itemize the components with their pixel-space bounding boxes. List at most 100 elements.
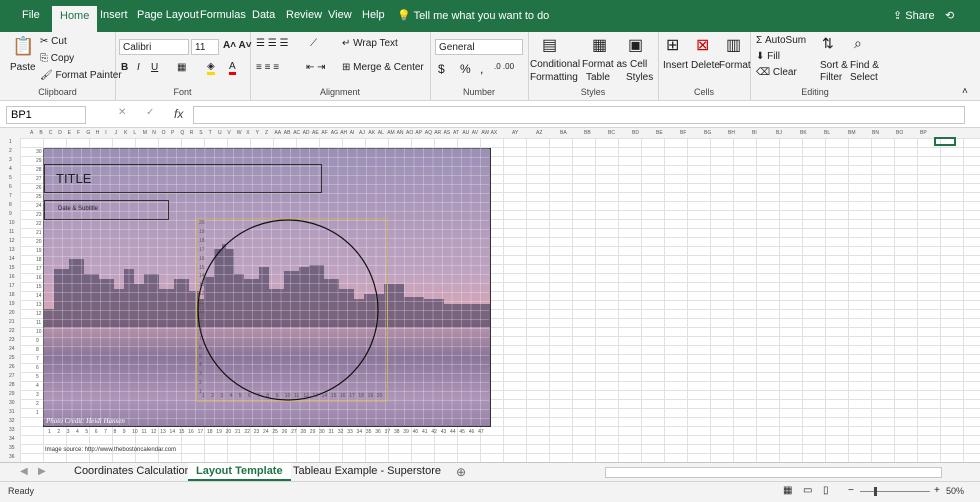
column-header[interactable]: BD bbox=[632, 130, 639, 136]
column-header[interactable]: AC bbox=[293, 130, 300, 136]
column-header[interactable]: AH bbox=[340, 130, 347, 136]
row-header[interactable]: 30 bbox=[9, 400, 15, 406]
column-header[interactable]: BG bbox=[704, 130, 711, 136]
row-header[interactable]: 16 bbox=[9, 274, 15, 280]
row-header[interactable]: 6 bbox=[9, 184, 12, 190]
column-header[interactable]: AA bbox=[274, 130, 281, 136]
column-header[interactable]: AE bbox=[312, 130, 319, 136]
column-header[interactable]: BN bbox=[872, 130, 879, 136]
column-header[interactable]: O bbox=[162, 130, 166, 136]
tell-me-search[interactable]: 💡 Tell me what you want to do bbox=[397, 9, 549, 22]
menu-file[interactable]: File bbox=[22, 9, 40, 21]
row-header[interactable]: 21 bbox=[9, 319, 15, 325]
format-cells-button[interactable]: Format bbox=[719, 60, 751, 71]
conditional-formatting-icon[interactable]: ▤ bbox=[542, 35, 557, 55]
insert-cells-icon[interactable]: ⊞ bbox=[666, 35, 679, 55]
tab-coordinates-calculation[interactable]: Coordinates Calculation bbox=[66, 463, 199, 481]
clear-button[interactable]: ⌫ Clear bbox=[756, 67, 797, 78]
insert-cells-button[interactable]: Insert bbox=[663, 60, 688, 71]
column-header[interactable]: K bbox=[124, 130, 127, 136]
column-header[interactable]: BM bbox=[848, 130, 856, 136]
menu-view[interactable]: View bbox=[328, 9, 352, 21]
row-header[interactable]: 7 bbox=[9, 193, 12, 199]
column-header[interactable]: F bbox=[77, 130, 80, 136]
percent-button[interactable]: % bbox=[460, 62, 471, 76]
column-header[interactable]: N bbox=[152, 130, 156, 136]
column-header[interactable]: AX bbox=[491, 130, 498, 136]
row-header[interactable]: 5 bbox=[9, 175, 12, 181]
column-header[interactable]: BJ bbox=[776, 130, 782, 136]
row-header[interactable]: 12 bbox=[9, 238, 15, 244]
column-header[interactable]: I bbox=[105, 130, 106, 136]
copy-button[interactable]: ⎘ Copy bbox=[40, 53, 74, 64]
row-header[interactable]: 27 bbox=[9, 373, 15, 379]
conditional-formatting-label2[interactable]: Formatting bbox=[530, 72, 578, 83]
column-header[interactable]: A bbox=[30, 130, 33, 136]
column-header[interactable]: P bbox=[171, 130, 174, 136]
share-button[interactable]: ⇪ Share bbox=[893, 9, 935, 22]
row-header[interactable]: 23 bbox=[9, 337, 15, 343]
row-header[interactable]: 17 bbox=[9, 283, 15, 289]
horizontal-scrollbar[interactable] bbox=[605, 467, 942, 478]
grow-font-icon[interactable]: A˄ A˅ bbox=[223, 40, 252, 51]
row-header[interactable]: 36 bbox=[9, 454, 15, 460]
sort-filter-label2[interactable]: Filter bbox=[820, 72, 842, 83]
row-header[interactable]: 25 bbox=[9, 355, 15, 361]
align-top-icon[interactable]: ☰ ☰ ☰ bbox=[256, 38, 288, 49]
column-header[interactable]: E bbox=[68, 130, 71, 136]
sort-filter-icon[interactable]: ⇅ bbox=[822, 35, 834, 52]
row-header[interactable]: 14 bbox=[9, 256, 15, 262]
column-header[interactable]: D bbox=[58, 130, 62, 136]
formula-input[interactable] bbox=[193, 106, 965, 124]
row-header[interactable]: 15 bbox=[9, 265, 15, 271]
column-header[interactable]: AN bbox=[397, 130, 404, 136]
row-header[interactable]: 31 bbox=[9, 409, 15, 415]
cell-styles-label[interactable]: Cell bbox=[630, 59, 647, 70]
column-header[interactable]: AB bbox=[284, 130, 291, 136]
column-header[interactable]: Z bbox=[265, 130, 268, 136]
column-header[interactable]: BB bbox=[584, 130, 591, 136]
column-header[interactable]: AD bbox=[303, 130, 310, 136]
fx-icon[interactable]: fx bbox=[174, 107, 183, 121]
row-header[interactable]: 4 bbox=[9, 166, 12, 172]
page-break-view-icon[interactable]: ▯ bbox=[823, 485, 829, 496]
zoom-slider-thumb[interactable] bbox=[874, 487, 877, 496]
column-header[interactable]: B bbox=[39, 130, 42, 136]
column-header[interactable]: AS bbox=[444, 130, 451, 136]
prev-sheet-icon[interactable]: ◀ bbox=[20, 466, 28, 477]
row-header[interactable]: 11 bbox=[9, 229, 14, 235]
find-select-label2[interactable]: Select bbox=[850, 72, 878, 83]
row-header[interactable]: 19 bbox=[9, 301, 15, 307]
row-header[interactable]: 29 bbox=[9, 391, 15, 397]
menu-data[interactable]: Data bbox=[252, 9, 275, 21]
wrap-text-button[interactable]: ↵ Wrap Text bbox=[342, 38, 398, 49]
menu-home[interactable]: Home bbox=[52, 6, 98, 32]
row-header[interactable]: 3 bbox=[9, 157, 12, 163]
row-header[interactable]: 35 bbox=[9, 445, 15, 451]
decimal-icon[interactable]: .0 .00 bbox=[494, 62, 514, 71]
row-header[interactable]: 26 bbox=[9, 364, 15, 370]
fill-button[interactable]: ⬇ Fill bbox=[756, 51, 780, 62]
column-header[interactable]: C bbox=[49, 130, 53, 136]
column-header[interactable]: AQ bbox=[425, 130, 432, 136]
cell-styles-label2[interactable]: Styles bbox=[626, 72, 653, 83]
column-header[interactable]: AU bbox=[462, 130, 469, 136]
column-header[interactable]: J bbox=[115, 130, 118, 136]
comma-button[interactable]: , bbox=[480, 62, 483, 76]
row-header[interactable]: 10 bbox=[9, 220, 15, 226]
delete-cells-icon[interactable]: ⊠ bbox=[696, 35, 709, 55]
column-header[interactable]: AR bbox=[434, 130, 441, 136]
currency-button[interactable]: $ bbox=[438, 62, 445, 76]
column-header[interactable]: AF bbox=[321, 130, 327, 136]
column-header[interactable]: AI bbox=[350, 130, 355, 136]
column-header[interactable]: S bbox=[199, 130, 202, 136]
font-size-select[interactable]: 11 bbox=[191, 39, 219, 55]
column-header[interactable]: BH bbox=[728, 130, 735, 136]
orientation-icon[interactable]: ⟋ bbox=[310, 38, 317, 49]
menu-insert[interactable]: Insert bbox=[100, 9, 128, 21]
column-header[interactable]: W bbox=[237, 130, 242, 136]
column-header[interactable]: L bbox=[133, 130, 136, 136]
format-table-label2[interactable]: Table bbox=[586, 72, 610, 83]
column-header[interactable]: AO bbox=[406, 130, 413, 136]
row-header[interactable]: 22 bbox=[9, 328, 15, 334]
